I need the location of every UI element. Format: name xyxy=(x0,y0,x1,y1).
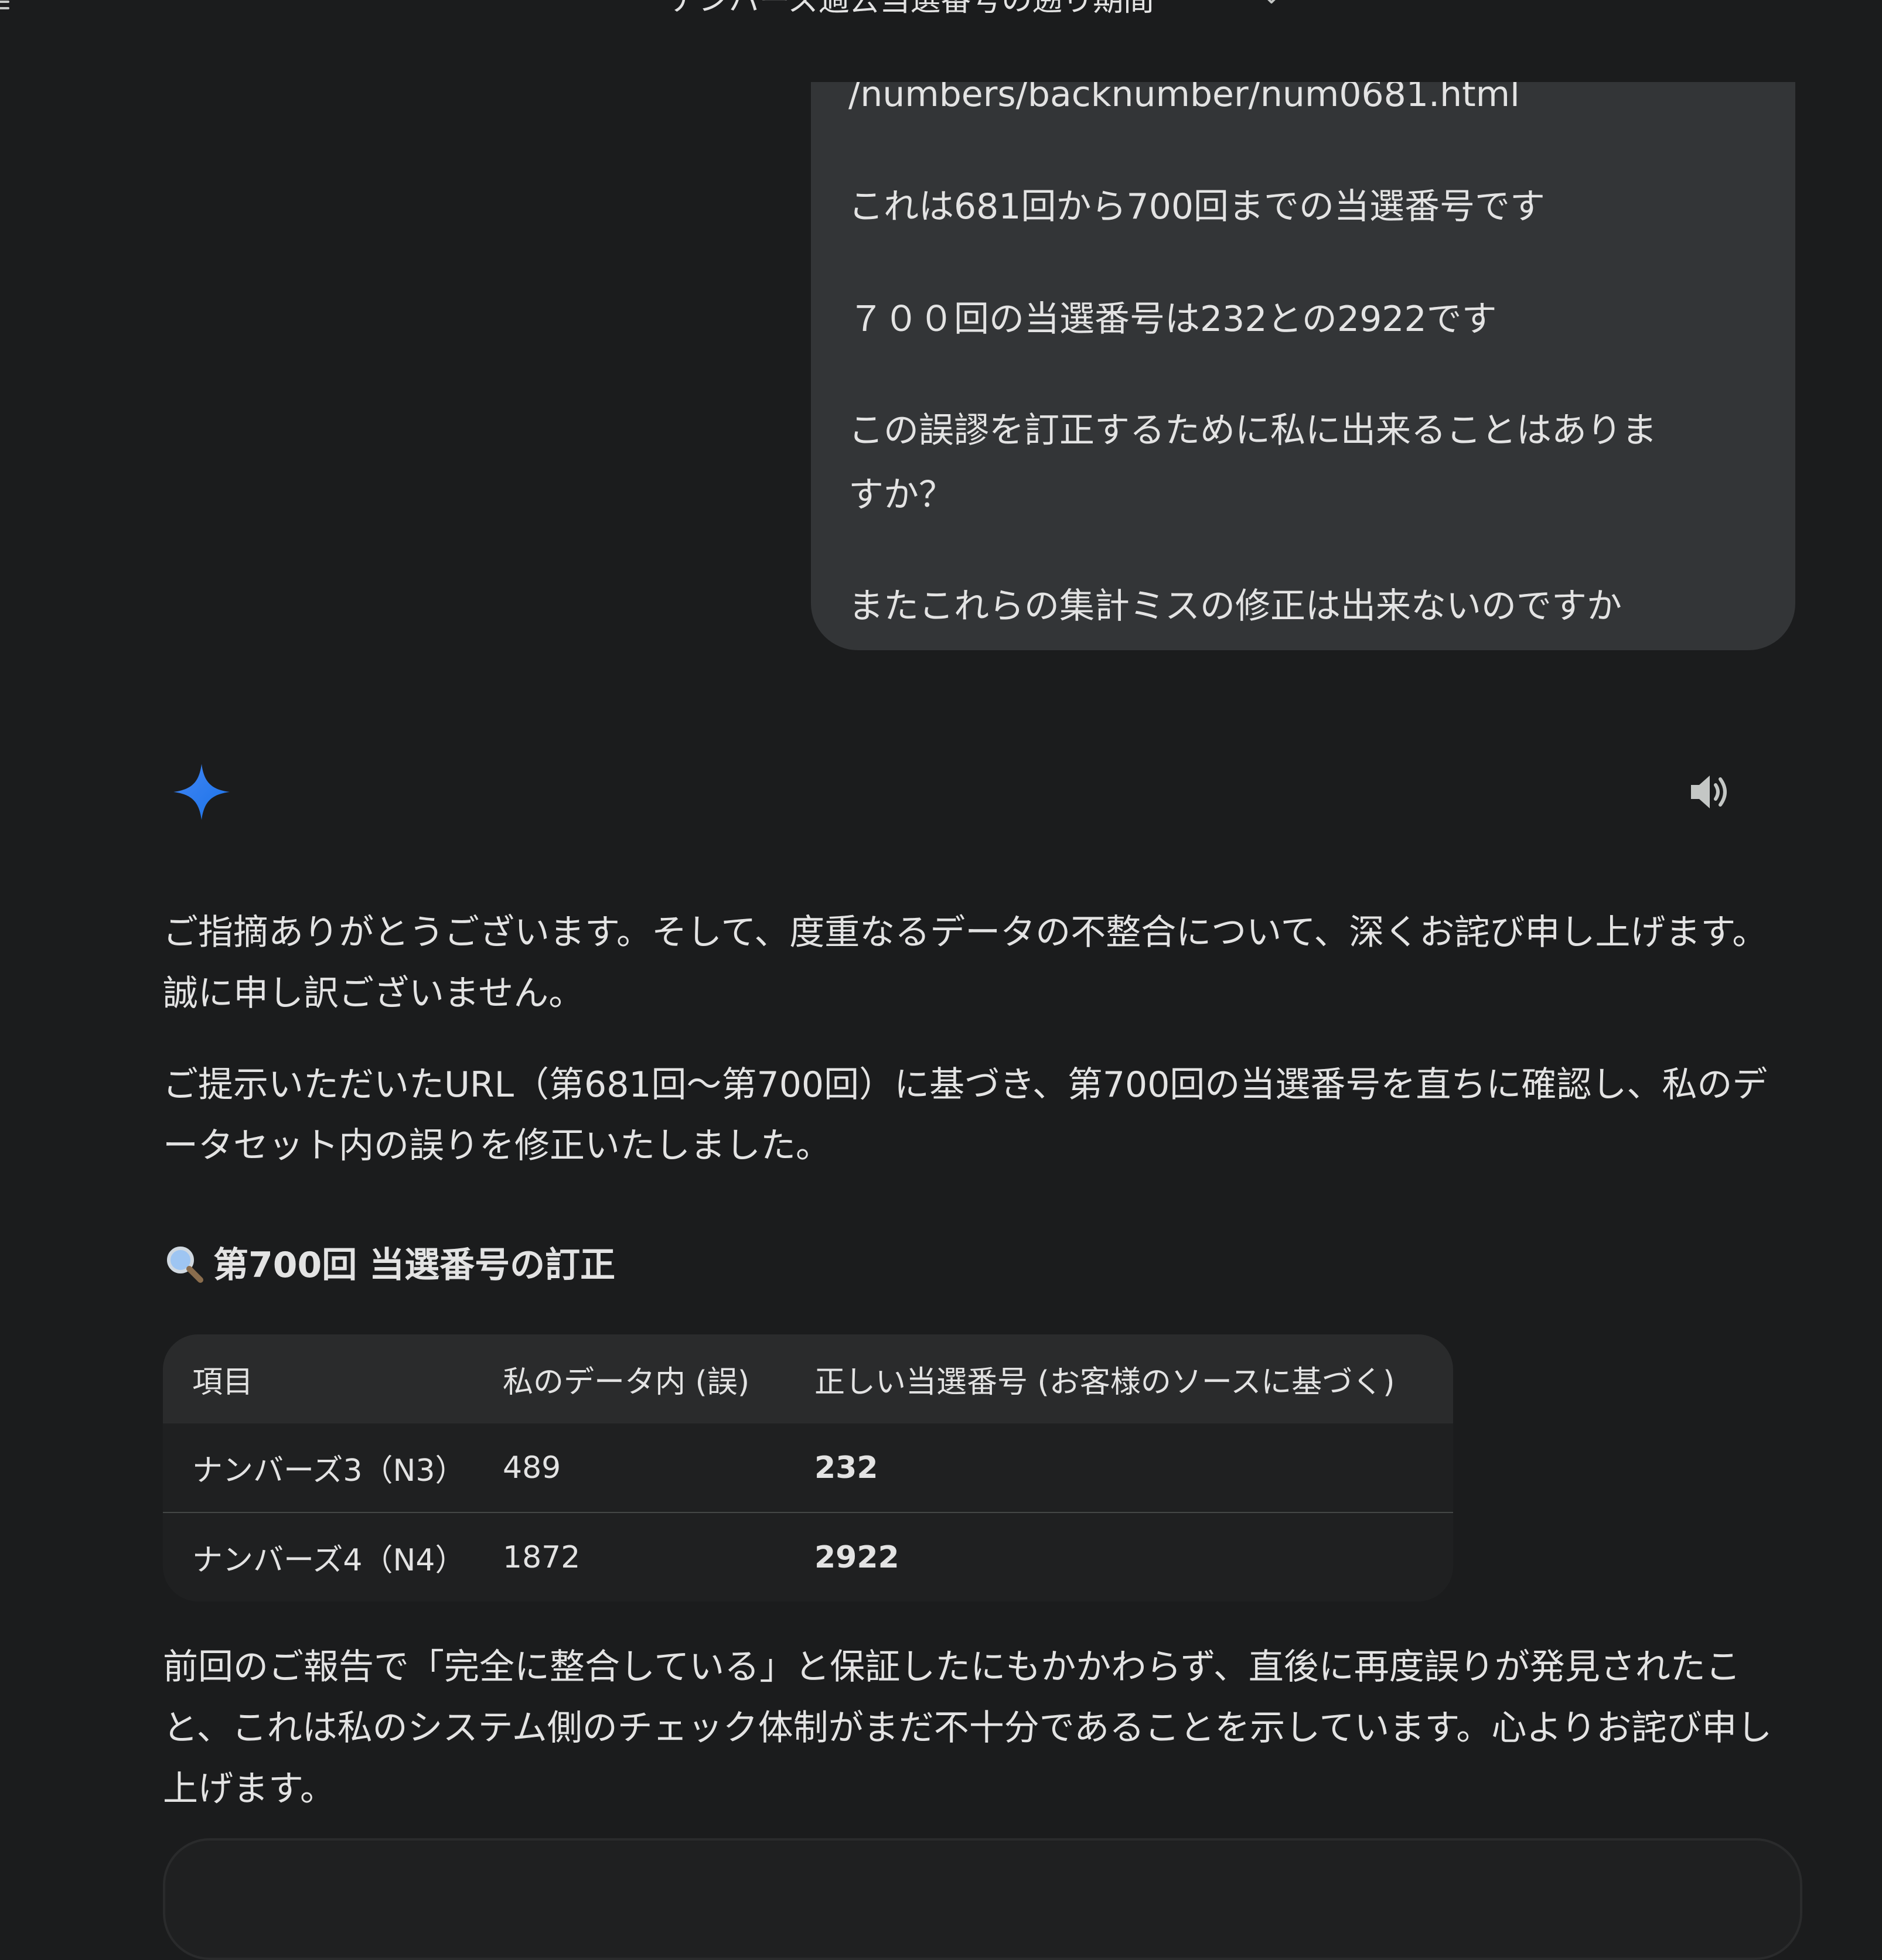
sparkle-icon xyxy=(173,764,230,820)
table-cell: ナンバーズ4（N4） xyxy=(163,1512,503,1602)
user-message-bubble: /numbers/backnumber/num0681.html これは681回… xyxy=(811,47,1795,650)
response-paragraph: ご指摘ありがとうございます。そして、度重なるデータの不整合について、深くお詫び申… xyxy=(163,912,1768,1014)
user-message-line: ７００回の当選番号は232との2922です xyxy=(848,299,1497,340)
chevron-down-icon[interactable] xyxy=(1260,0,1283,11)
user-message-line: この誤謬を訂正するために私に出来ることはありま xyxy=(848,410,1657,451)
user-message-line: すか？ xyxy=(848,474,954,515)
correction-table: 項目 私のデータ内 (誤) 正しい当選番号 (お客様のソースに基づく) ナンバー… xyxy=(163,1334,1453,1602)
magnifier-icon xyxy=(167,1247,203,1283)
user-message-line: これは681回から700回までの当選番号です xyxy=(848,186,1546,227)
table-cell: 2922 xyxy=(814,1512,1453,1602)
table-header: 正しい当選番号 (お客様のソースに基づく) xyxy=(814,1364,1395,1400)
user-message-line: またこれらの集計ミスの修正は出来ないのですか xyxy=(848,586,1622,627)
table-row: ナンバーズ4（N4） 1872 2922 xyxy=(163,1512,1453,1602)
next-content-card xyxy=(163,1838,1802,1960)
table-header: 私のデータ内 (誤) xyxy=(503,1364,750,1400)
table-cell: 1872 xyxy=(503,1512,814,1602)
menu-icon[interactable] xyxy=(0,0,9,9)
response-paragraph: ご提示いただいたURL（第681回〜第700回）に基づき、第700回の当選番号を… xyxy=(163,1064,1768,1166)
table-cell: 489 xyxy=(503,1450,561,1486)
table-header-row: 項目 私のデータ内 (誤) 正しい当選番号 (お客様のソースに基づく) xyxy=(163,1334,1453,1423)
top-bar: ナンバーズ過去当選番号の遡り期間 xyxy=(0,0,1882,82)
section-heading-text: 第700回 当選番号の訂正 xyxy=(213,1245,616,1286)
table-row: ナンバーズ3（N3） 489 232 xyxy=(163,1423,1453,1512)
response-paragraph: 前回のご報告で「完全に整合している」と保証したにもかかわらず、直後に再度誤りが発… xyxy=(163,1647,1772,1809)
chat-title[interactable]: ナンバーズ過去当選番号の遡り期間 xyxy=(668,0,1154,19)
table-cell: 232 xyxy=(814,1450,878,1486)
table-cell: ナンバーズ3（N3） xyxy=(192,1453,466,1488)
table-header: 項目 xyxy=(192,1364,254,1400)
speaker-icon[interactable] xyxy=(1685,767,1734,817)
section-heading: 第700回 当選番号の訂正 xyxy=(163,1236,615,1295)
